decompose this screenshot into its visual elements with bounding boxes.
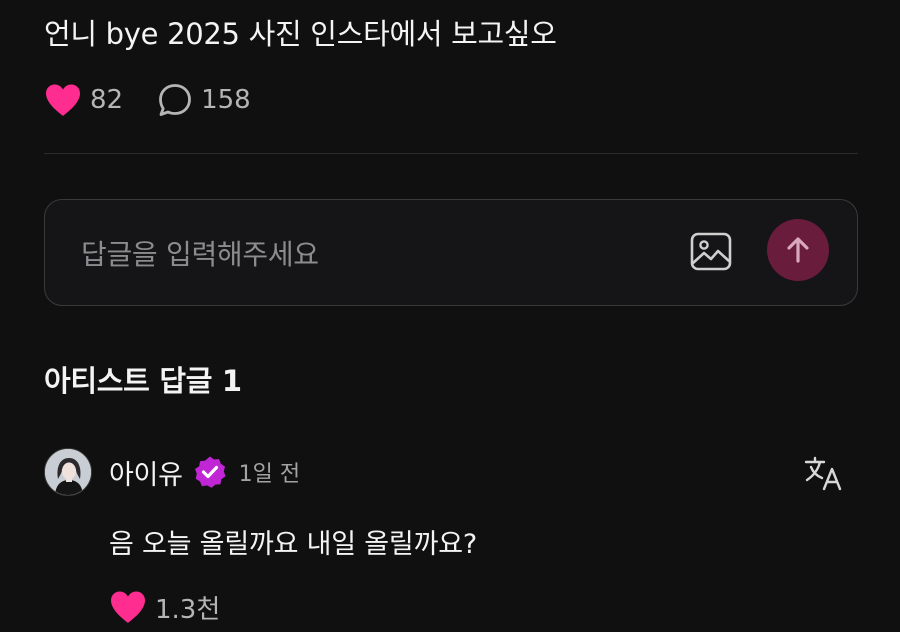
avatar[interactable] <box>44 448 92 496</box>
comment-time: 1일 전 <box>238 462 301 487</box>
comment-like-button[interactable]: 1.3천 <box>109 587 220 627</box>
post-detail-page: 언니 bye 2025 사진 인스타에서 보고싶오 82 158 답글을 입력해… <box>0 0 900 632</box>
reply-input[interactable]: 답글을 입력해주세요 <box>81 233 319 273</box>
translate-button[interactable] <box>803 455 843 491</box>
divider <box>44 153 858 154</box>
arrow-up-icon <box>787 237 809 263</box>
post-text: 언니 bye 2025 사진 인스타에서 보고싶오 <box>44 17 557 51</box>
post-like-button[interactable]: 82 <box>44 83 123 117</box>
image-icon <box>690 232 732 271</box>
heart-icon <box>46 84 80 116</box>
translate-icon <box>804 456 842 491</box>
profile-photo <box>45 449 91 495</box>
author-name[interactable]: 아이유 <box>109 453 183 492</box>
post-stats: 82 158 <box>44 80 251 120</box>
comment-bubble-icon <box>159 84 191 116</box>
post-comment-count: 158 <box>201 85 251 115</box>
heart-icon <box>111 591 145 623</box>
attach-image-button[interactable] <box>689 231 733 273</box>
comment-like-count: 1.3천 <box>155 594 221 625</box>
reply-input-box[interactable]: 답글을 입력해주세요 <box>44 199 858 306</box>
send-reply-button[interactable] <box>767 219 829 281</box>
comment-text: 음 오늘 올릴까요 내일 올릴까요? <box>109 529 477 560</box>
post-like-count: 82 <box>90 85 124 115</box>
artist-replies-title: 아티스트 답글 1 <box>44 364 242 398</box>
verified-badge-icon <box>194 456 226 488</box>
comment-header: 아이유 1일 전 <box>109 452 300 492</box>
post-comment-button[interactable]: 158 <box>157 82 251 118</box>
